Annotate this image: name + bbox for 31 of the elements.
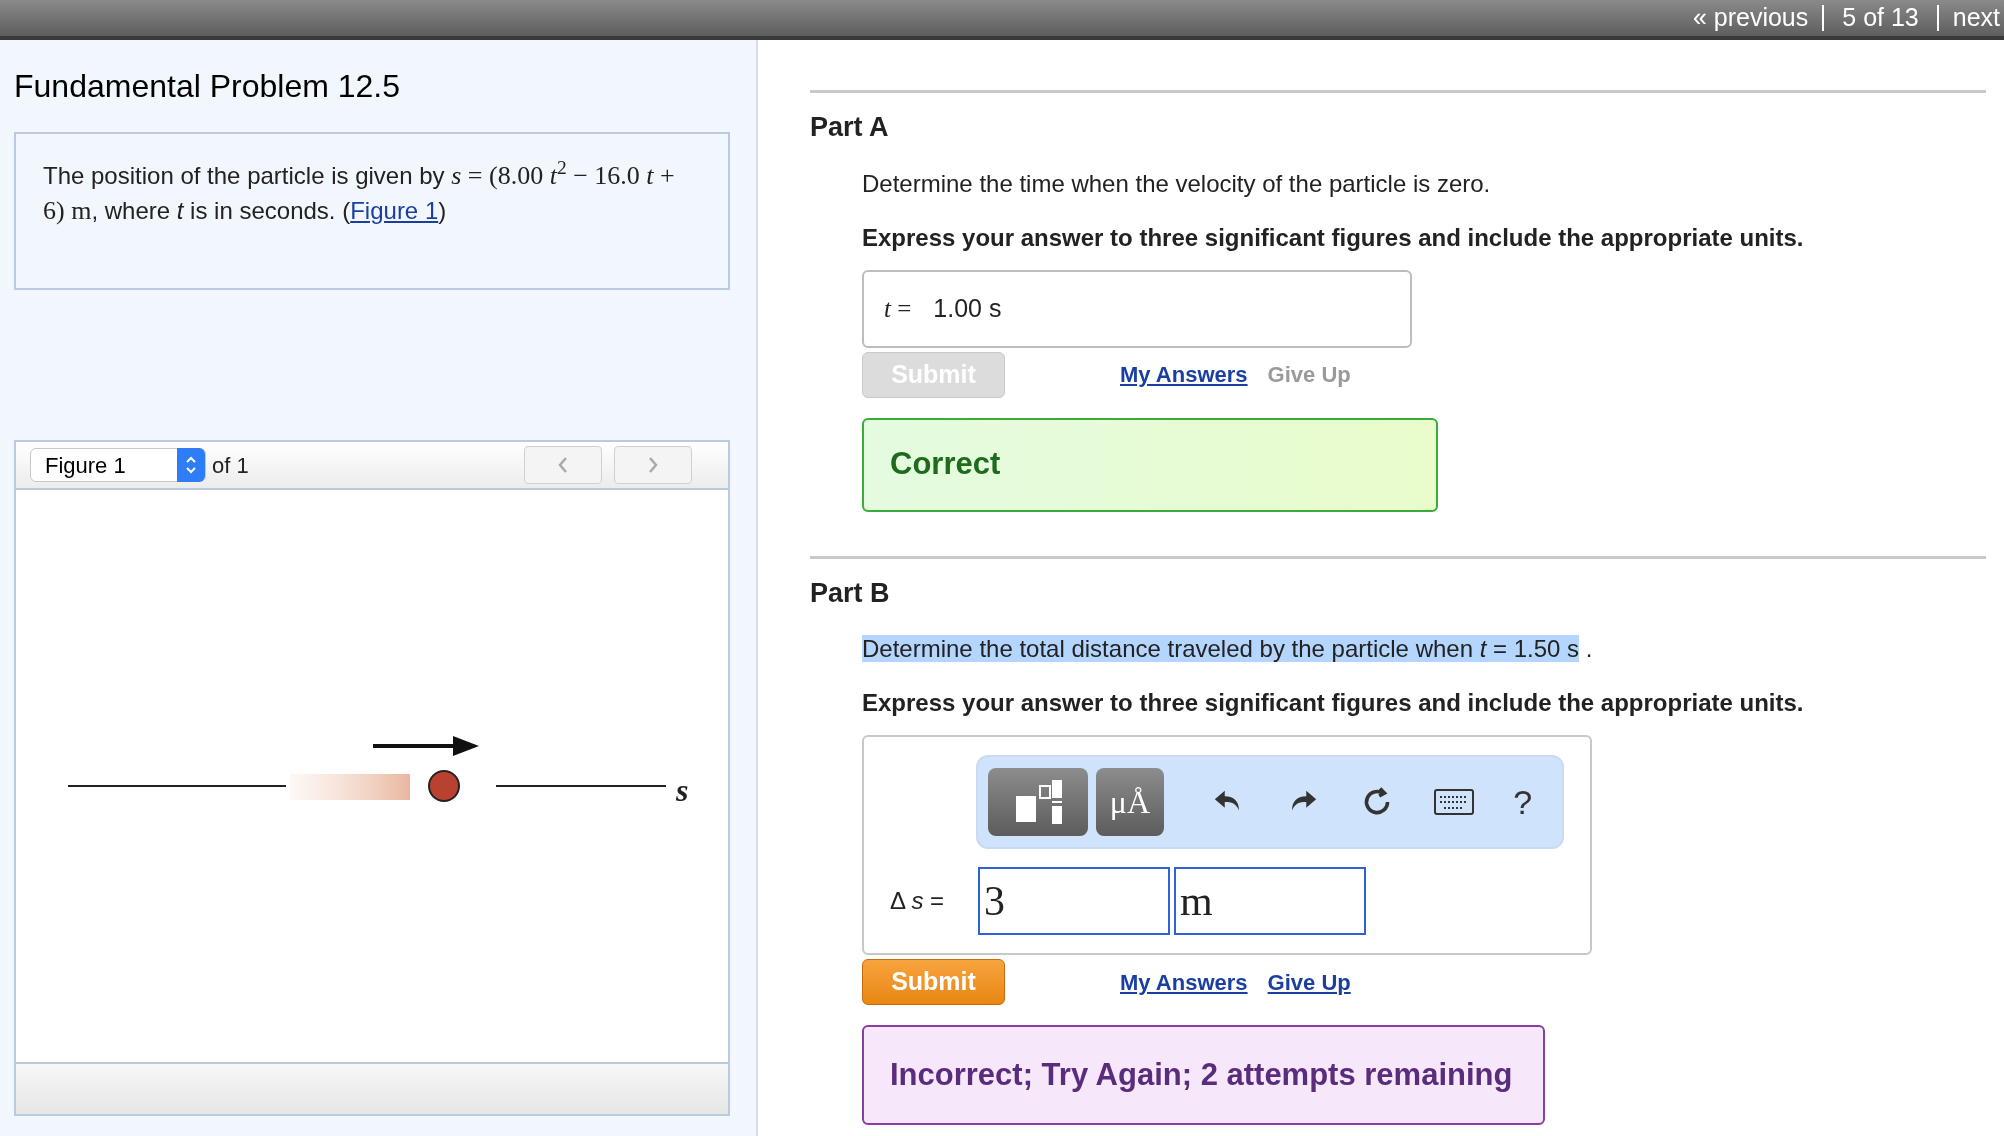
- question-text: Determine the time when the velocity of the particle is zero.: [862, 168, 1492, 199]
- keyboard-icon[interactable]: [1433, 789, 1474, 815]
- question-text: Determine the total distance traveled by the particle when t = 1.50 s .: [862, 634, 1594, 664]
- unit-field[interactable]: m: [1174, 867, 1366, 935]
- problem-title: Fundamental Problem 12.5: [14, 67, 401, 106]
- help-button[interactable]: ?: [1513, 776, 1533, 828]
- part-title: Part A: [810, 111, 890, 144]
- previous-link[interactable]: « previous: [1678, 0, 1823, 37]
- axis-label: s: [676, 771, 689, 810]
- chevron-icon: [177, 448, 205, 482]
- my-answers-link[interactable]: My Answers: [1120, 965, 1248, 999]
- problem-text: The position of the particle is given by s = (8.00 t$^{2}$ − 16.0 t + 6) m, where t is in seconds. (Figure 1): [43, 158, 676, 227]
- part-title: Part B: [810, 576, 891, 610]
- chevron-right-icon: [647, 456, 659, 474]
- feedback-message: Correct: [862, 417, 1438, 512]
- answer-label: Δ s =: [890, 886, 946, 916]
- value-field[interactable]: 3: [978, 867, 1170, 935]
- chevron-left-icon: [557, 456, 569, 474]
- page-counter: 5 of 13: [1841, 2, 1920, 34]
- figure-count: of 1: [212, 451, 249, 480]
- answer-field[interactable]: t = 1.00 s: [862, 269, 1412, 348]
- my-answers-link[interactable]: My Answers: [1120, 358, 1248, 391]
- symbols-button[interactable]: μÅ: [1096, 768, 1164, 836]
- feedback-message: Incorrect; Try Again; 2 attempts remaining: [862, 1025, 1545, 1125]
- instruction-text: Express your answer to three significant figures and include the appropriate units.: [862, 688, 1805, 718]
- figure-select[interactable]: Figure 1: [30, 448, 206, 482]
- templates-button[interactable]: [988, 768, 1088, 836]
- give-up-link[interactable]: Give Up: [1267, 965, 1351, 999]
- instruction-text: Express your answer to three significant figures and include the appropriate units.: [862, 222, 1805, 253]
- templates-icon: [1014, 780, 1062, 824]
- next-link[interactable]: next: [1938, 0, 2004, 37]
